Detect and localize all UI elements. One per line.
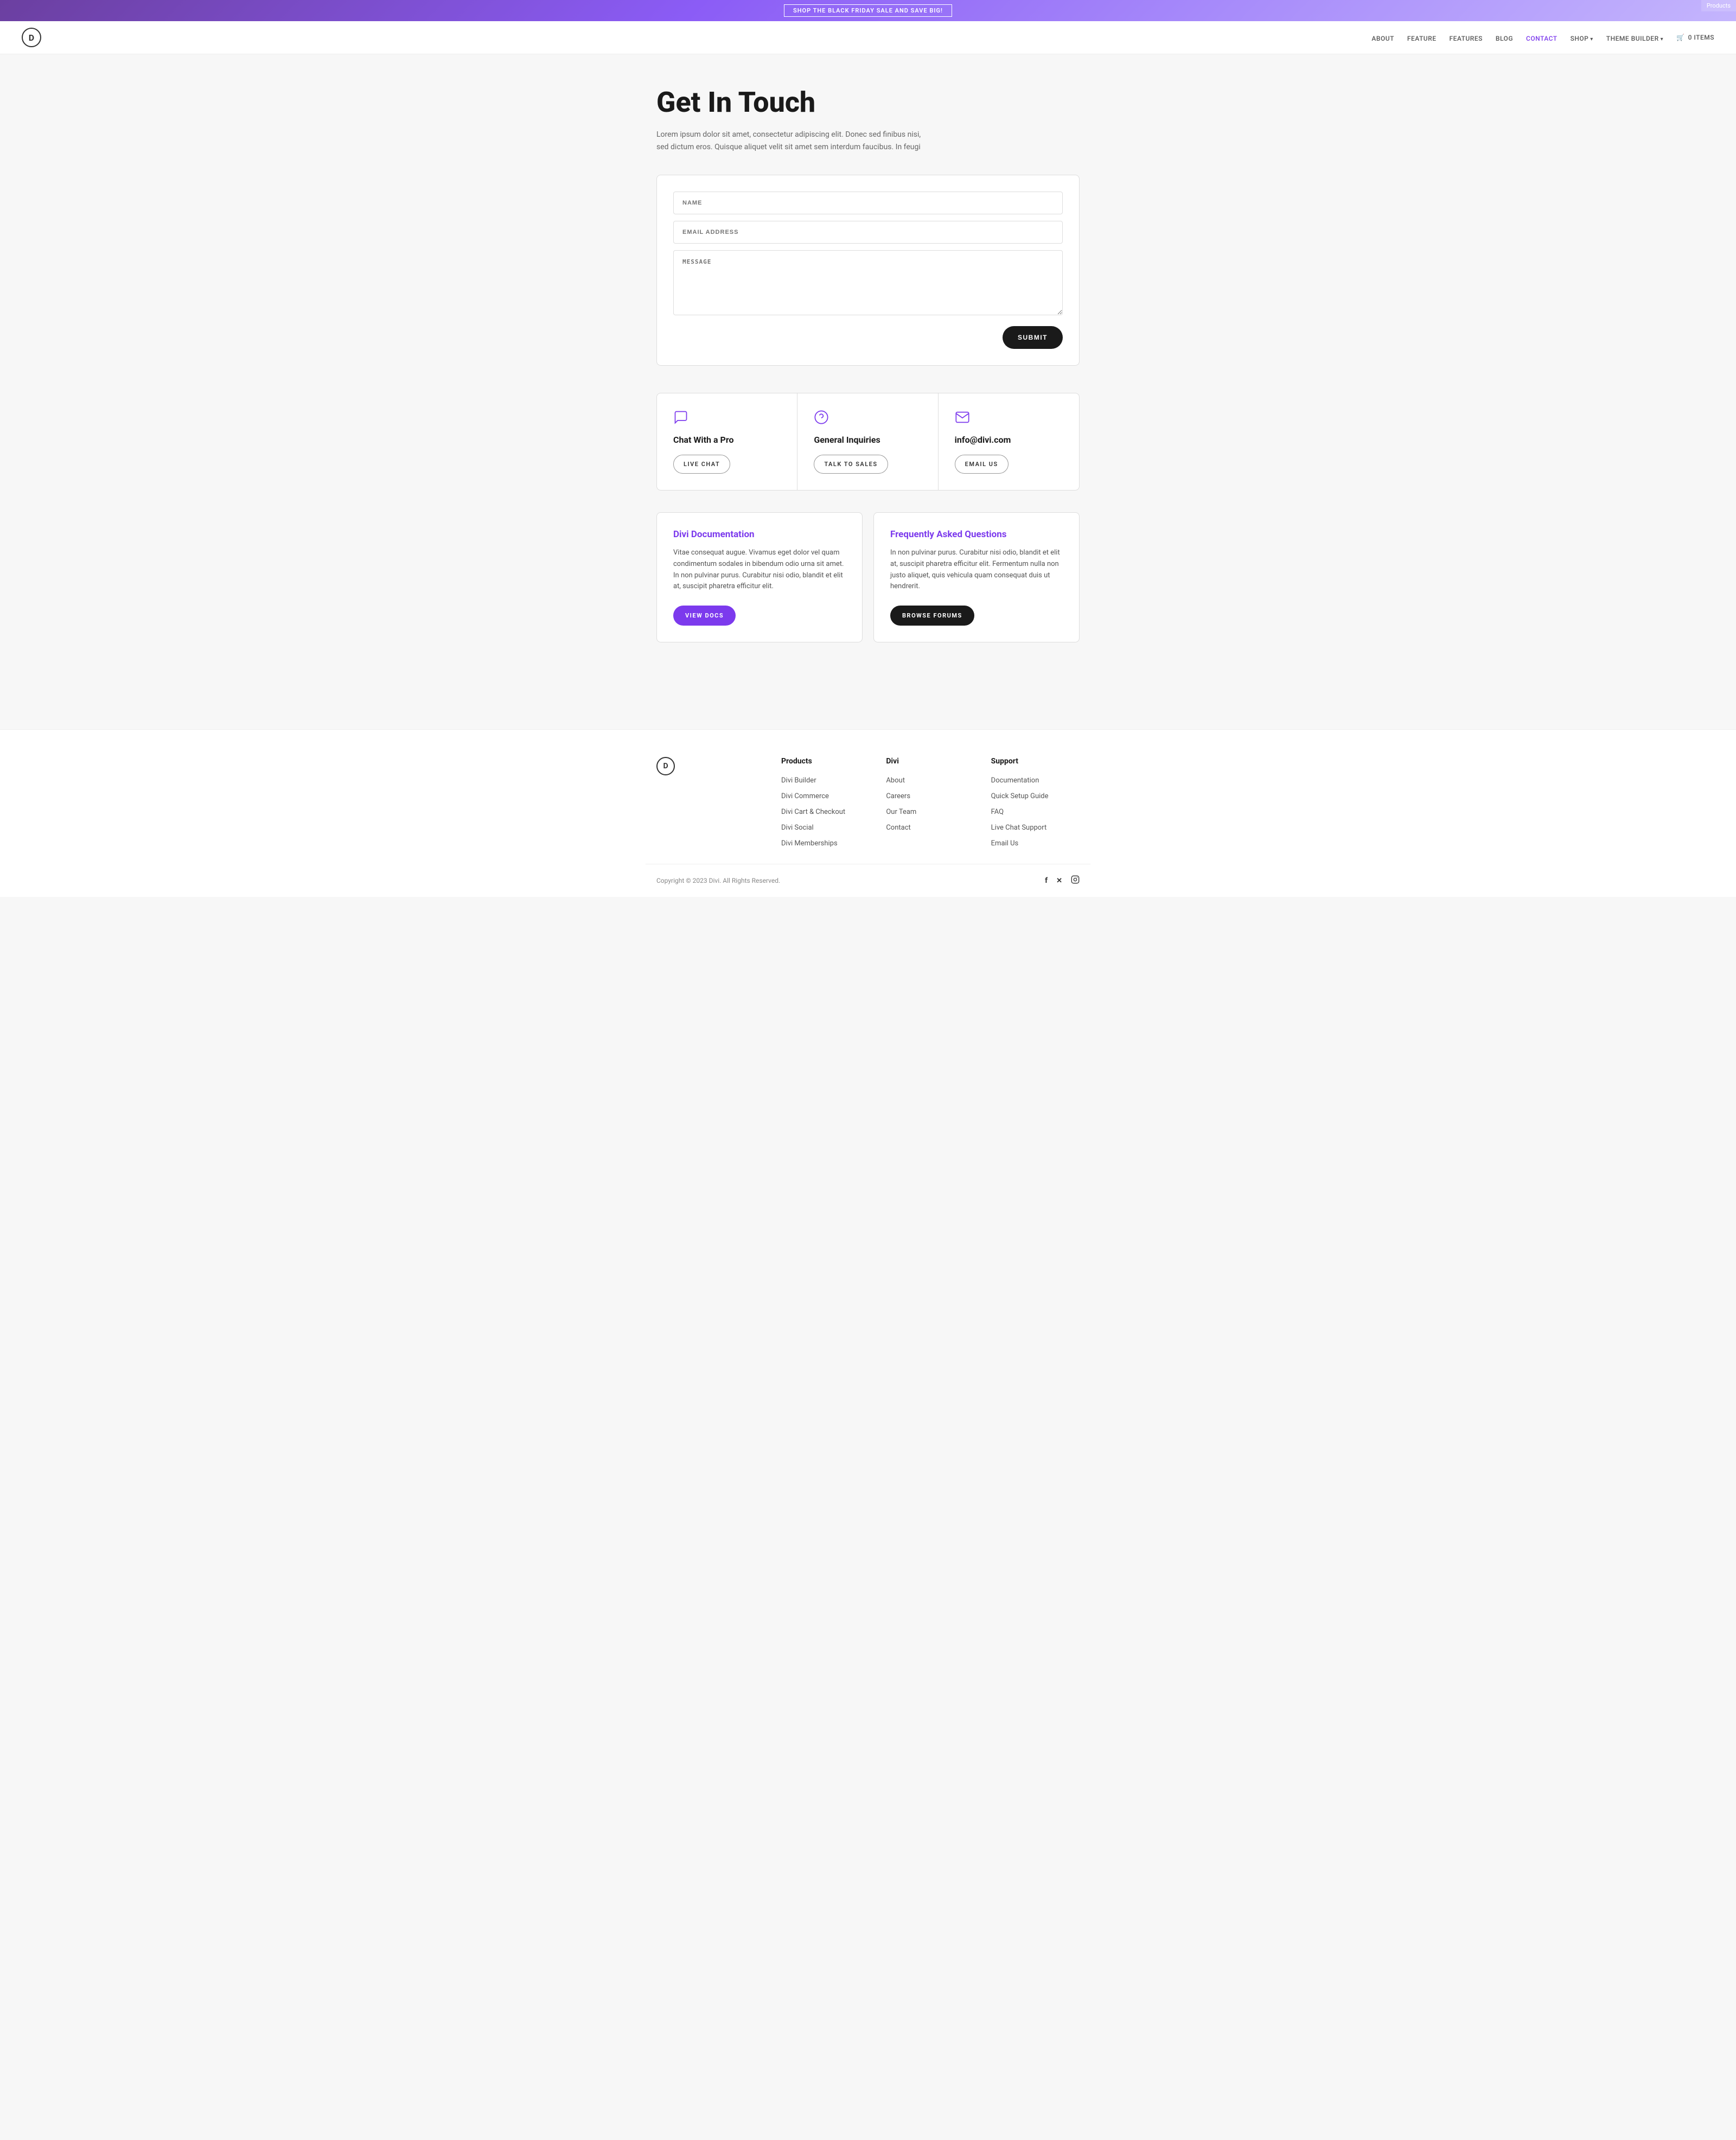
form-submit-wrap: SUBMIT: [673, 326, 1063, 349]
page-title: Get In Touch: [656, 87, 1080, 118]
twitter-x-link[interactable]: ✕: [1056, 876, 1062, 885]
footer-link-email-us[interactable]: Email Us: [991, 839, 1019, 848]
footer-logo-col: D: [656, 757, 765, 848]
footer-logo[interactable]: D: [656, 757, 675, 775]
faq-text: In non pulvinar purus. Curabitur nisi od…: [890, 547, 1063, 593]
divi-docs-title: Divi Documentation: [673, 529, 846, 540]
facebook-icon: f: [1045, 876, 1048, 885]
cart-link[interactable]: 🛒 0 ITEMS: [1676, 34, 1714, 41]
footer-link-quick-setup[interactable]: Quick Setup Guide: [991, 792, 1049, 800]
nav-shop[interactable]: SHOP: [1571, 35, 1593, 42]
talk-to-sales-button[interactable]: TALK TO SALES: [814, 455, 888, 474]
instagram-icon: [1071, 877, 1080, 886]
footer-link-divi-builder[interactable]: Divi Builder: [781, 776, 816, 785]
social-links: f ✕: [1045, 875, 1080, 886]
footer-support-links: Documentation Quick Setup Guide FAQ Live…: [991, 774, 1080, 848]
message-input[interactable]: [673, 250, 1063, 315]
faq-card: Frequently Asked Questions In non pulvin…: [873, 512, 1080, 642]
footer-products-links: Divi Builder Divi Commerce Divi Cart & C…: [781, 774, 870, 848]
cart-icon: 🛒: [1676, 34, 1684, 41]
email-input[interactable]: [673, 221, 1063, 244]
footer-bottom: Copyright © 2023 Divi. All Rights Reserv…: [646, 864, 1090, 897]
footer-link-contact[interactable]: Contact: [886, 824, 910, 832]
top-banner: SHOP THE BLACK FRIDAY SALE AND SAVE BIG!: [0, 0, 1736, 21]
footer-link-documentation[interactable]: Documentation: [991, 776, 1039, 785]
message-field-wrap: [673, 250, 1063, 317]
nav-theme-builder[interactable]: THEME BUILDER: [1606, 35, 1663, 42]
footer-divi-title: Divi: [886, 757, 974, 766]
footer-link-faq[interactable]: FAQ: [991, 808, 1004, 816]
nav-contact[interactable]: CONTACT: [1526, 35, 1558, 42]
contact-form: SUBMIT: [656, 175, 1080, 366]
footer-products-title: Products: [781, 757, 870, 766]
contact-card-inquiries: General Inquiries TALK TO SALES: [797, 393, 938, 490]
footer: D Products Divi Builder Divi Commerce Di…: [0, 729, 1736, 897]
contact-cards: Chat With a Pro LIVE CHAT General Inquir…: [656, 393, 1080, 491]
submit-button[interactable]: SUBMIT: [1003, 326, 1063, 349]
banner-link[interactable]: SHOP THE BLACK FRIDAY SALE AND SAVE BIG!: [784, 4, 952, 17]
browse-forums-button[interactable]: BROWSE FORUMS: [890, 606, 974, 626]
divi-docs-text: Vitae consequat augue. Vivamus eget dolo…: [673, 547, 846, 593]
facebook-link[interactable]: f: [1045, 876, 1048, 885]
footer-link-divi-cart[interactable]: Divi Cart & Checkout: [781, 808, 845, 816]
nav-feature[interactable]: FEATURE: [1407, 35, 1437, 42]
docs-cards: Divi Documentation Vitae consequat augue…: [656, 512, 1080, 642]
footer-link-careers[interactable]: Careers: [886, 792, 910, 800]
contact-card-chat: Chat With a Pro LIVE CHAT: [657, 393, 797, 490]
footer-link-divi-commerce[interactable]: Divi Commerce: [781, 792, 829, 800]
footer-divi-links: About Careers Our Team Contact: [886, 774, 974, 832]
chat-card-title: Chat With a Pro: [673, 435, 781, 445]
footer-link-about[interactable]: About: [886, 776, 905, 785]
footer-divi-col: Divi About Careers Our Team Contact: [886, 757, 974, 848]
footer-products-col: Products Divi Builder Divi Commerce Divi…: [781, 757, 870, 848]
email-card-title: info@divi.com: [955, 435, 1063, 445]
nav-features[interactable]: FEATURES: [1450, 35, 1483, 42]
twitter-x-icon: ✕: [1056, 877, 1062, 885]
faq-title: Frequently Asked Questions: [890, 529, 1063, 540]
footer-link-live-chat-support[interactable]: Live Chat Support: [991, 824, 1047, 832]
email-icon: [955, 410, 1063, 427]
nav-links: ABOUT FEATURE FEATURES BLOG CONTACT SHOP…: [1371, 33, 1714, 43]
live-chat-button[interactable]: LIVE CHAT: [673, 455, 730, 474]
name-field-wrap: [673, 192, 1063, 214]
nav-about[interactable]: ABOUT: [1371, 35, 1394, 42]
logo[interactable]: D: [22, 28, 41, 47]
footer-copyright: Copyright © 2023 Divi. All Rights Reserv…: [656, 877, 780, 884]
email-us-button[interactable]: EMAIL US: [955, 455, 1009, 474]
navbar: D ABOUT FEATURE FEATURES BLOG CONTACT SH…: [0, 21, 1736, 54]
footer-link-our-team[interactable]: Our Team: [886, 808, 916, 816]
main-content: Get In Touch Lorem ipsum dolor sit amet,…: [646, 54, 1090, 729]
chat-icon: [673, 410, 781, 427]
email-field-wrap: [673, 221, 1063, 244]
footer-link-divi-social[interactable]: Divi Social: [781, 824, 814, 832]
page-subtitle: Lorem ipsum dolor sit amet, consectetur …: [656, 129, 928, 153]
footer-support-title: Support: [991, 757, 1080, 766]
footer-link-divi-memberships[interactable]: Divi Memberships: [781, 839, 838, 848]
contact-card-email: info@divi.com EMAIL US: [939, 393, 1079, 490]
instagram-link[interactable]: [1071, 875, 1080, 886]
inquiries-card-title: General Inquiries: [814, 435, 921, 445]
footer-support-col: Support Documentation Quick Setup Guide …: [991, 757, 1080, 848]
question-icon: [814, 410, 921, 427]
nav-blog[interactable]: BLOG: [1496, 35, 1513, 42]
divi-docs-card: Divi Documentation Vitae consequat augue…: [656, 512, 863, 642]
view-docs-button[interactable]: VIEW DOCS: [673, 606, 736, 626]
cart-count: 0 ITEMS: [1688, 34, 1714, 41]
footer-top: D Products Divi Builder Divi Commerce Di…: [646, 730, 1090, 864]
name-input[interactable]: [673, 192, 1063, 214]
